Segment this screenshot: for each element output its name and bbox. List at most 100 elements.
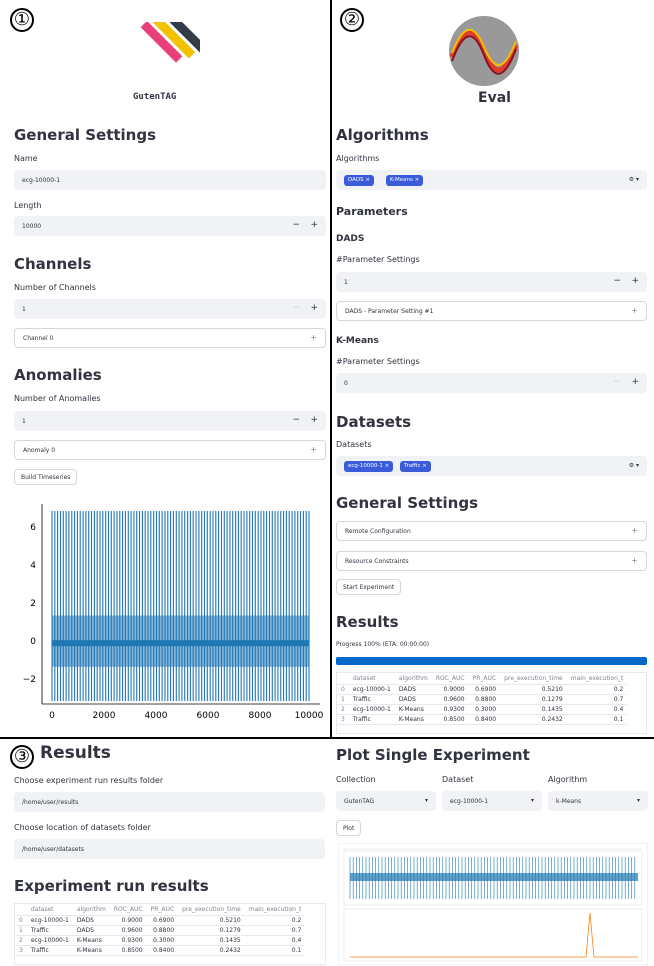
results-dataframe[interactable]: dataset algorithm ROC_AUC PR_AUC pre_executi… — [336, 672, 647, 734]
column-header[interactable]: algorithm — [394, 673, 432, 685]
column-header[interactable]: PR_AUC — [146, 904, 179, 916]
dads-param-increment-button[interactable]: + — [631, 277, 639, 286]
channel-0-label: Channel 0 — [23, 335, 54, 342]
dataset-select[interactable]: ecg-10000-1 ▾ — [442, 791, 542, 811]
kmeans-param-value: 0 — [344, 380, 348, 387]
collection-label: Collection — [336, 775, 376, 784]
remote-configuration-expander[interactable]: Remote Configuration + — [336, 521, 647, 541]
column-header[interactable]: algorithm — [72, 904, 110, 916]
channel-0-expander[interactable]: Channel 0 + — [14, 328, 326, 348]
table-row[interactable]: 0 ecg-10000-1 DADS 0.9000 0.6900 0.5210 0.2 — [337, 684, 628, 695]
results-heading: Results — [40, 743, 111, 763]
num-anomalies-decrement-button[interactable]: − — [292, 416, 300, 425]
dads-param-input[interactable]: 1 − + — [336, 272, 647, 292]
num-channels-input[interactable]: 1 − + — [14, 299, 326, 319]
num-channels-decrement-button[interactable]: − — [292, 304, 300, 313]
length-increment-button[interactable]: + — [310, 221, 318, 230]
algorithm-select[interactable]: k-Means ▾ — [548, 791, 648, 811]
table-row[interactable]: 1 Traffic DADS 0.9600 0.8800 0.1279 0.7 — [15, 925, 306, 936]
x-tick-label: 6000 — [197, 711, 220, 721]
table-cell: 0.8500 — [431, 714, 469, 725]
column-header[interactable]: PR_AUC — [468, 673, 501, 685]
table-cell: 0.7 — [566, 694, 628, 705]
dataset-tag-traffic[interactable]: Traffic × — [400, 461, 431, 472]
table-cell: 0.1279 — [178, 925, 245, 936]
table-row[interactable]: 2 ecg-10000-1 K-Means 0.9300 0.3000 0.1435 0.4 — [15, 935, 306, 946]
column-header[interactable]: dataset — [348, 673, 395, 685]
dropdown-settings-icon[interactable]: ⚙ ▾ — [629, 176, 639, 183]
plot-button[interactable]: Plot — [336, 820, 362, 836]
kmeans-heading: K-Means — [336, 336, 379, 346]
table-cell: 0.5210 — [178, 915, 245, 926]
y-tick-label: 2 — [30, 599, 36, 609]
dads-param-expander[interactable]: DADS - Parameter Setting #1 + — [336, 301, 647, 321]
results-folder-input[interactable]: /home/user/results — [14, 792, 325, 812]
x-tick-label: 8000 — [249, 711, 272, 721]
table-cell: 0.2432 — [500, 714, 567, 725]
datasets-folder-input[interactable]: /home/user/datasets — [14, 839, 325, 859]
collection-select[interactable]: GutenTAG ▾ — [336, 791, 436, 811]
column-header[interactable]: pre_execution_time — [178, 904, 245, 916]
table-cell: 0.1279 — [500, 694, 567, 705]
num-anomalies-increment-button[interactable]: + — [310, 416, 318, 425]
name-input[interactable]: ecg-10000-1 — [14, 170, 326, 190]
length-input[interactable]: 10000 − + — [14, 216, 326, 236]
table-cell: 0.6900 — [146, 915, 179, 926]
algorithms-multiselect[interactable]: DADS × K-Means × ⚙ ▾ — [336, 170, 647, 190]
y-tick-label: −2 — [23, 675, 36, 685]
num-channels-increment-button[interactable]: + — [310, 304, 318, 313]
signal-baseline — [52, 640, 309, 647]
chevron-down-icon: ▾ — [636, 797, 640, 804]
expand-icon: + — [631, 306, 638, 315]
dads-param-decrement-button[interactable]: − — [613, 277, 621, 286]
table-cell: 0 — [15, 915, 27, 926]
column-header[interactable]: ROC_AUC — [431, 673, 469, 685]
channels-heading: Channels — [14, 255, 92, 273]
table-cell: 0.2432 — [178, 945, 245, 956]
table-row[interactable]: 1 Traffic DADS 0.9600 0.8800 0.1279 0.7 — [337, 694, 628, 705]
chevron-down-icon: ▾ — [530, 797, 534, 804]
column-header[interactable] — [15, 904, 27, 916]
anomaly-0-expander[interactable]: Anomaly 0 + — [14, 440, 326, 460]
table-cell: 0.8800 — [468, 694, 501, 705]
table-cell: 1 — [15, 925, 27, 936]
table-cell: 0.8500 — [109, 945, 147, 956]
dropdown-settings-icon[interactable]: ⚙ ▾ — [629, 462, 639, 469]
table-cell: ecg-10000-1 — [26, 935, 73, 946]
table-cell: 1 — [337, 694, 349, 705]
table-cell: Traffic — [348, 694, 395, 705]
kmeans-param-decrement-button[interactable]: − — [613, 378, 621, 387]
kmeans-param-increment-button[interactable]: + — [631, 378, 639, 387]
parameters-heading: Parameters — [336, 205, 408, 218]
column-header[interactable]: pre_execution_time — [500, 673, 567, 685]
y-tick-label: 6 — [30, 523, 36, 533]
panel-number-1: ① — [10, 8, 34, 32]
length-decrement-button[interactable]: − — [292, 221, 300, 230]
table-cell: ecg-10000-1 — [26, 915, 73, 926]
table-cell: 0.4 — [244, 935, 306, 946]
column-header[interactable]: dataset — [26, 904, 73, 916]
table-row[interactable]: 2 ecg-10000-1 K-Means 0.9300 0.3000 0.1435 0.4 — [337, 704, 628, 715]
column-header[interactable]: main_execution_t — [244, 904, 306, 916]
algorithm-tag-kmeans[interactable]: K-Means × — [386, 175, 424, 186]
kmeans-param-input[interactable]: 0 − + — [336, 373, 647, 393]
table-row[interactable]: 3 Traffic K-Means 0.8500 0.8400 0.2432 0.1 — [337, 714, 628, 725]
algorithm-tag-dads[interactable]: DADS × — [344, 175, 374, 186]
dataset-tag-ecg[interactable]: ecg-10000-1 × — [344, 461, 394, 472]
chevron-down-icon: ▾ — [424, 797, 428, 804]
resource-constraints-expander[interactable]: Resource Constraints + — [336, 551, 647, 571]
anomalies-heading: Anomalies — [14, 366, 102, 384]
table-row[interactable]: 0 ecg-10000-1 DADS 0.9000 0.6900 0.5210 0.2 — [15, 915, 306, 926]
x-tick-label: 10000 — [295, 711, 324, 721]
column-header[interactable]: ROC_AUC — [109, 904, 147, 916]
start-experiment-button[interactable]: Start Experiment — [336, 579, 402, 595]
expand-icon: + — [631, 556, 638, 565]
build-timeseries-button[interactable]: Build Timeseries — [14, 469, 78, 485]
column-header[interactable]: main_execution_t — [566, 673, 628, 685]
table-row[interactable]: 3 Traffic K-Means 0.8500 0.8400 0.2432 0.1 — [15, 945, 306, 956]
datasets-multiselect[interactable]: ecg-10000-1 × Traffic × ⚙ ▾ — [336, 456, 647, 476]
progress-bar — [336, 657, 647, 665]
experiment-results-dataframe[interactable]: dataset algorithm ROC_AUC PR_AUC pre_executi… — [14, 903, 326, 965]
num-anomalies-input[interactable]: 1 − + — [14, 411, 326, 431]
column-header[interactable] — [337, 673, 349, 685]
